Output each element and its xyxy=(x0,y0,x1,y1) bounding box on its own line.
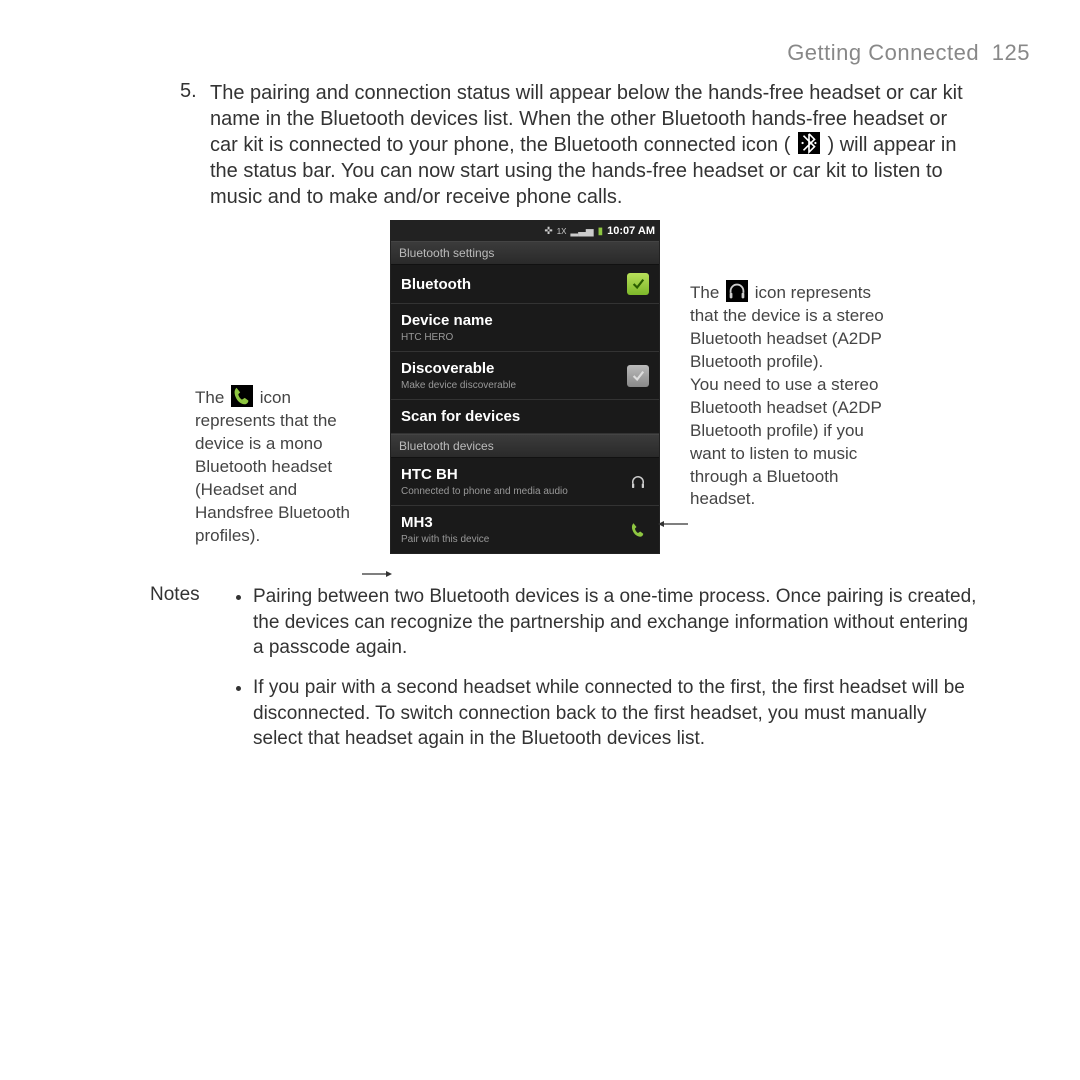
bluetooth-connected-icon xyxy=(798,132,820,154)
checkbox-on-icon[interactable] xyxy=(627,273,649,295)
bluetooth-toggle-row[interactable]: Bluetooth xyxy=(391,265,659,304)
discoverable-row[interactable]: Discoverable Make device discoverable xyxy=(391,352,659,400)
scan-devices-row[interactable]: Scan for devices xyxy=(391,400,659,434)
device-name-row[interactable]: Device name HTC HERO xyxy=(391,304,659,352)
status-time: 10:07 AM xyxy=(607,225,655,237)
device-name-value: HTC HERO xyxy=(401,332,493,343)
phone-handset-icon xyxy=(627,519,649,541)
phone-screenshot: ✜ 1X ▂▃▅ ▮ 10:07 AM Bluetooth settings B… xyxy=(390,220,660,554)
battery-icon: ▮ xyxy=(598,226,604,237)
notes-list: Pairing between two Bluetooth devices is… xyxy=(235,584,980,766)
device1-status: Connected to phone and media audio xyxy=(401,486,568,497)
discoverable-sub: Make device discoverable xyxy=(401,380,516,391)
note-item: If you pair with a second headset while … xyxy=(253,675,980,752)
step-5: 5. The pairing and connection status wil… xyxy=(180,80,980,210)
device-name-label: Device name xyxy=(401,312,493,329)
device1-name: HTC BH xyxy=(401,466,458,483)
callout-left: The icon represents that the device is a… xyxy=(195,220,360,548)
phone-handset-icon xyxy=(231,385,253,407)
scan-label: Scan for devices xyxy=(401,408,520,425)
figure-row: The icon represents that the device is a… xyxy=(50,220,1030,554)
page-header: Getting Connected 125 xyxy=(50,40,1030,66)
device-row-mh3[interactable]: MH3 Pair with this device xyxy=(391,506,659,553)
callout-right-pre: The xyxy=(690,283,724,302)
signal-type-icon: 1X xyxy=(557,227,567,236)
callout-right-extra: You need to use a stereo Bluetooth heads… xyxy=(690,374,885,512)
step-number: 5. xyxy=(180,80,210,210)
device2-name: MH3 xyxy=(401,514,433,531)
step-text: The pairing and connection status will a… xyxy=(210,80,980,210)
checkbox-off-icon[interactable] xyxy=(627,365,649,387)
headphones-icon xyxy=(627,471,649,493)
note-item: Pairing between two Bluetooth devices is… xyxy=(253,584,980,661)
pointer-arrow-right xyxy=(658,516,688,534)
signal-bars-icon: ▂▃▅ xyxy=(571,226,594,237)
bluetooth-label: Bluetooth xyxy=(401,276,471,293)
bluetooth-devices-header: Bluetooth devices xyxy=(391,434,659,458)
headphones-icon xyxy=(726,280,748,302)
page-number: 125 xyxy=(992,40,1030,65)
pointer-arrow-left xyxy=(362,566,392,584)
notes-block: Notes Pairing between two Bluetooth devi… xyxy=(150,584,980,766)
notes-label: Notes xyxy=(150,584,235,766)
callout-left-pre: The xyxy=(195,388,229,407)
callout-right: The icon represents that the device is a… xyxy=(690,220,885,511)
gps-icon: ✜ xyxy=(544,226,552,237)
discoverable-label: Discoverable xyxy=(401,360,494,377)
callout-left-post: icon represents that the device is a mon… xyxy=(195,388,350,545)
section-title: Getting Connected xyxy=(787,40,979,65)
status-bar: ✜ 1X ▂▃▅ ▮ 10:07 AM xyxy=(391,221,659,241)
bluetooth-settings-header: Bluetooth settings xyxy=(391,241,659,265)
device2-status: Pair with this device xyxy=(401,534,489,545)
device-row-htc-bh[interactable]: HTC BH Connected to phone and media audio xyxy=(391,458,659,506)
